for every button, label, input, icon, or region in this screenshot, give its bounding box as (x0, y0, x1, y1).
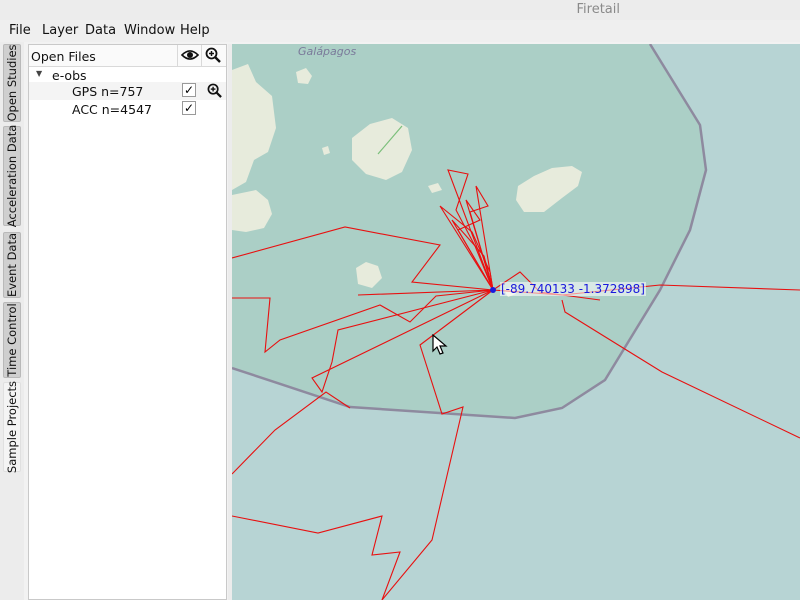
panel-header: Open Files (29, 45, 226, 67)
visibility-checkbox-gps[interactable]: ✓ (182, 83, 196, 97)
expand-arrow-icon[interactable]: ▼ (36, 69, 42, 78)
tab-sample-projects[interactable]: Sample Projects (3, 380, 21, 474)
file-label-gps: GPS n=757 (72, 84, 144, 99)
title-bar: Firetail (0, 0, 800, 20)
eye-icon[interactable] (181, 48, 199, 62)
map-view[interactable]: Galápagos [-89.740133 -1.372898] (232, 44, 800, 600)
map-place-label: Galápagos (298, 45, 357, 58)
tab-open-studies[interactable]: Open Studies (3, 44, 21, 122)
zoom-to-layer-icon[interactable] (207, 83, 222, 98)
menu-bar: File Layer Data Window Help (0, 20, 800, 42)
current-position-marker[interactable] (490, 287, 496, 293)
menu-layer[interactable]: Layer (42, 23, 78, 38)
file-label-acc: ACC n=4547 (72, 102, 152, 117)
window-title: Firetail (576, 2, 621, 17)
visibility-checkbox-acc[interactable]: ✓ (182, 101, 196, 115)
group-label: e-obs (52, 68, 87, 83)
menu-window[interactable]: Window (124, 23, 175, 38)
file-row-acc[interactable]: ACC n=4547 ✓ (29, 100, 226, 118)
menu-data[interactable]: Data (85, 23, 116, 38)
header-divider (177, 45, 178, 66)
tab-open-studies-label: Open Studies (5, 44, 19, 122)
map-canvas[interactable] (232, 44, 800, 600)
menu-file[interactable]: File (9, 23, 31, 38)
tab-time-control-label: Time Control (5, 303, 19, 377)
coordinate-label: [-89.740133 -1.372898] (500, 282, 646, 296)
tab-acceleration-data-label: Acceleration Data (5, 124, 19, 228)
tab-acceleration-data[interactable]: Acceleration Data (3, 124, 21, 228)
side-tab-bar: Open Studies Acceleration Data Event Dat… (0, 42, 24, 600)
zoom-in-icon[interactable] (205, 47, 221, 63)
file-row-gps[interactable]: GPS n=757 ✓ (29, 82, 226, 100)
open-files-panel: Open Files ▼ e-obs GPS n=757 ✓ ACC n=454… (28, 44, 227, 600)
tab-time-control[interactable]: Time Control (3, 302, 21, 378)
panel-title: Open Files (31, 49, 96, 64)
tab-event-data-label: Event Data (5, 232, 19, 298)
tab-sample-projects-label: Sample Projects (5, 380, 19, 474)
mouse-cursor-icon (432, 334, 448, 355)
tab-event-data[interactable]: Event Data (3, 232, 21, 298)
header-divider (201, 45, 202, 66)
menu-help[interactable]: Help (180, 23, 210, 38)
